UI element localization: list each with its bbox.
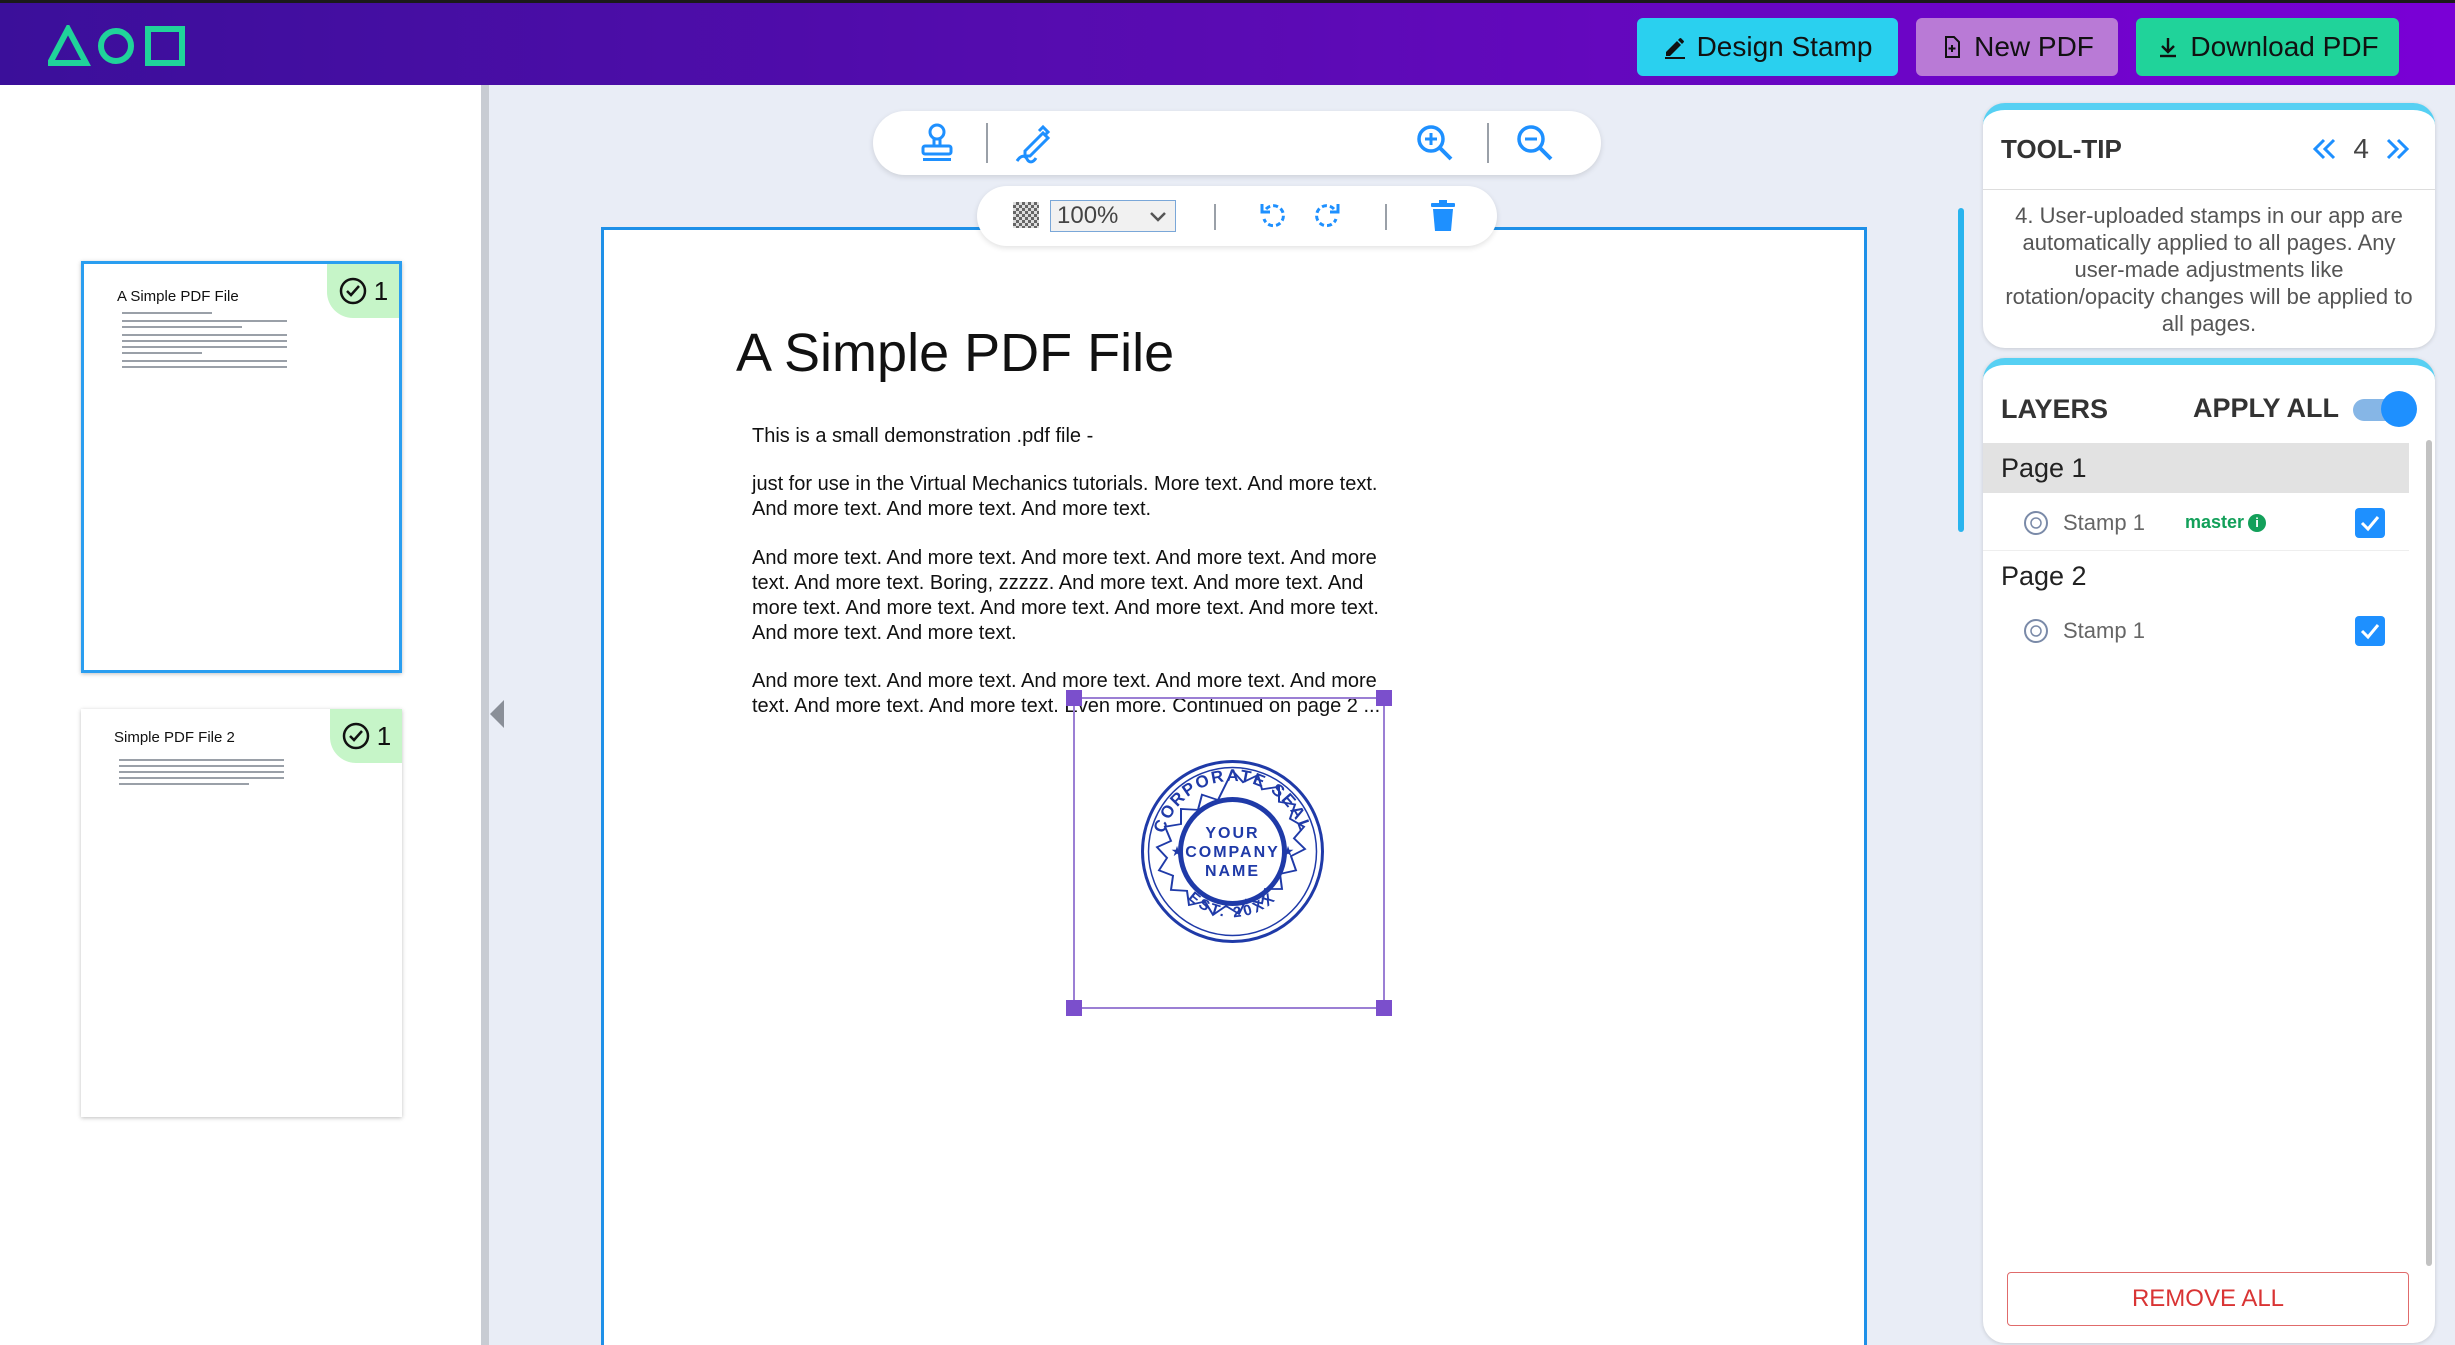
resize-handle-top-right[interactable] bbox=[1376, 690, 1392, 706]
master-badge: master i bbox=[2185, 512, 2267, 533]
layer-page-1[interactable]: Page 1 bbox=[1983, 443, 2409, 493]
file-plus-icon bbox=[1945, 36, 1961, 58]
layer-stamp-label: Stamp 1 bbox=[2063, 509, 2145, 535]
new-pdf-label: New PDF bbox=[1974, 31, 2094, 62]
toolbar-divider bbox=[1385, 204, 1387, 230]
toolbar-divider bbox=[986, 123, 988, 163]
layers-title: LAYERS bbox=[2001, 393, 2109, 424]
collapse-sidebar-icon[interactable] bbox=[490, 700, 504, 728]
layer-stamp-row[interactable]: Stamp 1 master i bbox=[1983, 495, 2409, 551]
thumbnail-title: Simple PDF File 2 bbox=[114, 729, 235, 746]
opacity-icon[interactable] bbox=[1013, 202, 1039, 228]
seal-center-line: YOUR bbox=[1205, 825, 1259, 842]
app-header: Design Stamp New PDF Download PDF bbox=[0, 0, 2455, 85]
remove-all-button[interactable]: REMOVE ALL bbox=[2007, 1272, 2409, 1326]
stamp-thumbnail-icon bbox=[2024, 619, 2048, 643]
design-stamp-button[interactable]: Design Stamp bbox=[1637, 18, 1898, 76]
page-thumbnail-2[interactable]: Simple PDF File 2 1 bbox=[81, 709, 402, 1117]
layer-visibility-checkbox[interactable] bbox=[2355, 616, 2385, 646]
thumbnail-text-lines bbox=[119, 759, 289, 789]
layer-stamp-row[interactable]: Stamp 1 bbox=[1983, 603, 2409, 659]
resize-handle-bottom-left[interactable] bbox=[1066, 1000, 1082, 1016]
canvas-scrollbar[interactable] bbox=[1958, 208, 1964, 532]
main-toolbar bbox=[873, 111, 1601, 175]
trash-icon[interactable] bbox=[1429, 200, 1457, 232]
rotate-left-icon[interactable] bbox=[1257, 200, 1289, 232]
layer-stamp-label: Stamp 1 bbox=[2063, 618, 2145, 643]
master-label: master bbox=[2185, 512, 2245, 532]
stamp-count-badge: 1 bbox=[327, 264, 399, 318]
document-paragraph: just for use in the Virtual Mechanics tu… bbox=[752, 473, 1378, 520]
zoom-in-icon[interactable] bbox=[1413, 121, 1457, 165]
toolbar-divider bbox=[1487, 123, 1489, 163]
document-title: A Simple PDF File bbox=[736, 323, 1175, 383]
stamp-thumbnail-icon bbox=[2024, 510, 2048, 535]
pencil-icon bbox=[1664, 38, 1685, 59]
tooltip-card: TOOL-TIP 4 4. User-uploaded stamps in ou… bbox=[1983, 103, 2435, 348]
thumbnail-sidebar: A Simple PDF File 1 Simple PDF File 2 1 bbox=[0, 85, 482, 1345]
layers-card: LAYERS APPLY ALL Page 1 Stamp 1 master i… bbox=[1983, 358, 2435, 1343]
chevron-down-icon bbox=[1150, 212, 1166, 222]
thumbnail-title: A Simple PDF File bbox=[117, 288, 239, 305]
resize-handle-bottom-right[interactable] bbox=[1376, 1000, 1392, 1016]
check-circle-icon bbox=[342, 722, 370, 750]
layers-scrollbar[interactable] bbox=[2426, 440, 2432, 1266]
chevrons-left-icon[interactable] bbox=[2307, 132, 2341, 166]
thumbnail-text-lines bbox=[122, 312, 292, 372]
stamp-count-badge: 1 bbox=[330, 709, 402, 763]
zoom-select[interactable]: 100% bbox=[1050, 200, 1176, 232]
layers-header: LAYERS APPLY ALL bbox=[2001, 387, 2417, 431]
apply-all-label: APPLY ALL bbox=[2193, 393, 2340, 423]
tooltip-header: TOOL-TIP 4 bbox=[1983, 110, 2435, 190]
seal-center-line: COMPANY bbox=[1185, 844, 1280, 861]
seal-bottom-text: EST. 20XX bbox=[1185, 889, 1277, 922]
layer-page-2[interactable]: Page 2 bbox=[1983, 551, 2409, 601]
download-pdf-button[interactable]: Download PDF bbox=[2136, 18, 2399, 76]
zoom-value: 100% bbox=[1057, 202, 1119, 229]
seal-star: ★ bbox=[1171, 843, 1184, 859]
tooltip-text: 4. User-uploaded stamps in our app are a… bbox=[2005, 203, 2413, 336]
signature-tool-icon[interactable] bbox=[1013, 121, 1057, 165]
design-stamp-label: Design Stamp bbox=[1696, 31, 1873, 62]
chevrons-right-icon[interactable] bbox=[2381, 132, 2415, 166]
resize-handle-top-left[interactable] bbox=[1066, 690, 1082, 706]
seal-center-line: NAME bbox=[1205, 863, 1260, 880]
download-pdf-label: Download PDF bbox=[2190, 31, 2379, 62]
download-icon bbox=[2160, 38, 2177, 58]
rotate-right-icon[interactable] bbox=[1311, 200, 1343, 232]
stamp-selection-box[interactable]: CORPORATE SEAL EST. 20XX ★ ★ YOUR COMPAN… bbox=[1066, 690, 1392, 1016]
checkmark-icon bbox=[2360, 515, 2380, 531]
zoom-out-icon[interactable] bbox=[1513, 121, 1557, 165]
layer-page-label: Page 2 bbox=[2001, 560, 2087, 591]
stamp-toolbar: 100% bbox=[977, 186, 1497, 246]
check-circle-icon bbox=[339, 277, 367, 305]
new-pdf-button[interactable]: New PDF bbox=[1916, 18, 2118, 76]
stamp-count: 1 bbox=[376, 720, 392, 751]
apply-all-toggle[interactable] bbox=[2349, 391, 2417, 427]
tooltip-navigation: 4 bbox=[2307, 132, 2415, 166]
layer-visibility-checkbox[interactable] bbox=[2355, 507, 2385, 538]
logo-icon bbox=[48, 25, 185, 66]
info-icon[interactable]: i bbox=[2248, 513, 2267, 532]
tooltip-index: 4 bbox=[2353, 133, 2369, 164]
document-paragraph: This is a small demonstration .pdf file … bbox=[752, 425, 1094, 447]
checkmark-icon bbox=[2360, 624, 2380, 640]
page-thumbnail-1[interactable]: A Simple PDF File 1 bbox=[81, 261, 402, 673]
layer-page-label: Page 1 bbox=[2001, 452, 2087, 483]
stamp-count: 1 bbox=[373, 275, 389, 306]
document-paragraph: And more text. And more text. And more t… bbox=[752, 547, 1379, 644]
svg-text:EST. 20XX: EST. 20XX bbox=[1185, 889, 1280, 922]
tooltip-title: TOOL-TIP bbox=[2001, 134, 2122, 164]
toolbar-divider bbox=[1214, 204, 1216, 230]
corporate-seal-stamp: CORPORATE SEAL EST. 20XX ★ ★ YOUR COMPAN… bbox=[1141, 760, 1324, 943]
stamp-tool-icon[interactable] bbox=[915, 121, 959, 165]
sidebar-resize-handle[interactable] bbox=[481, 85, 489, 1345]
toggle-knob bbox=[2381, 391, 2417, 427]
seal-star: ★ bbox=[1282, 843, 1295, 859]
